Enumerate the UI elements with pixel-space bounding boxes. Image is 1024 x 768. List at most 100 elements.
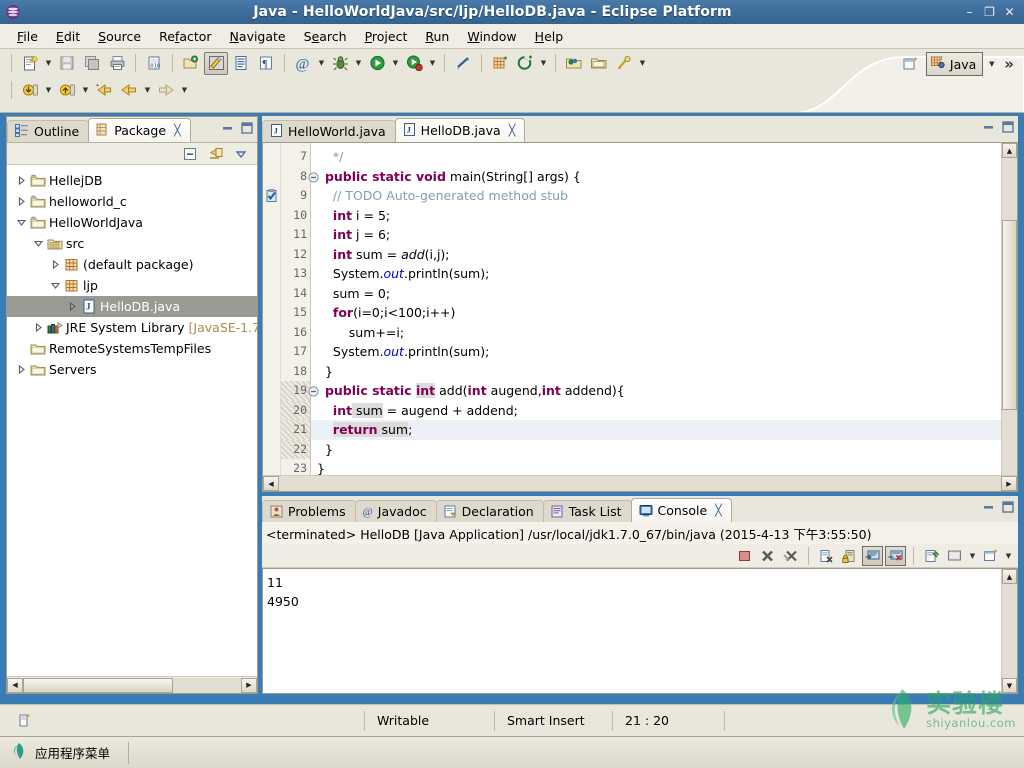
run-dropdown-arrow[interactable] [390, 52, 401, 74]
run-icon[interactable] [365, 52, 389, 75]
package-explorer-hscrollbar[interactable]: ◀ ▶ [7, 676, 257, 693]
tab-outline[interactable]: Outline [7, 120, 90, 142]
open-type-icon[interactable]: @ [291, 52, 315, 75]
code-line[interactable]: // TODO Auto-generated method stub [311, 186, 1001, 206]
scroll-right-icon[interactable]: ▶ [1001, 476, 1017, 491]
display-selected-console-icon[interactable] [944, 546, 965, 566]
tab-task-list[interactable]: Task List [542, 500, 632, 522]
code-line[interactable]: sum+=i; [311, 323, 1001, 343]
chevron-right-icon[interactable] [64, 299, 80, 315]
back-history-icon[interactable] [92, 79, 116, 102]
previous-annotation-dropdown-arrow[interactable] [80, 79, 91, 101]
maximize-icon[interactable] [1001, 120, 1014, 133]
tab-problems[interactable]: Problems [262, 500, 356, 522]
code-line[interactable]: int i = 5; [311, 206, 1001, 226]
show-console-on-output-icon[interactable] [862, 545, 883, 566]
tab-console[interactable]: Console ╳ [630, 498, 732, 522]
open-type-dropdown-arrow[interactable] [316, 52, 327, 74]
tab-helloworld-java[interactable]: J HelloWorld.java [262, 120, 396, 142]
console-vscrollbar[interactable]: ▲ ▼ [1001, 569, 1017, 693]
debug-icon[interactable] [328, 52, 352, 75]
new-wizard-icon[interactable] [18, 52, 42, 75]
tree-item-hellodb-java[interactable]: J HelloDB.java [7, 296, 257, 317]
hscroll-thumb[interactable] [23, 677, 173, 693]
menu-run[interactable]: Run [416, 26, 458, 47]
editor-marker-column[interactable] [263, 143, 281, 491]
scroll-up-icon[interactable]: ▲ [1002, 569, 1017, 584]
tree-item-helloworld-c[interactable]: helloworld_c [7, 191, 257, 212]
close-window-button[interactable]: ✕ [1003, 5, 1016, 19]
previous-annotation-icon[interactable] [55, 79, 79, 102]
code-line[interactable]: for(i=0;i<100;i++) [311, 303, 1001, 323]
chevron-down-icon[interactable] [13, 215, 29, 231]
editor-hscroll-track[interactable] [279, 476, 1001, 491]
tree-item-jre-system-library[interactable]: JRE System Library[JavaSE-1.7] [7, 317, 257, 338]
minimize-window-button[interactable]: – [963, 5, 976, 19]
console-output-area[interactable]: 11 4950 ▲ ▼ [262, 568, 1018, 694]
tree-item-remotesystemstempfiles[interactable]: RemoteSystemsTempFiles [7, 338, 257, 359]
perspective-dropdown-arrow[interactable] [986, 53, 997, 75]
menu-search[interactable]: Search [295, 26, 356, 47]
scroll-down-icon[interactable]: ▼ [1002, 678, 1017, 693]
menu-navigate[interactable]: Navigate [221, 26, 295, 47]
tree-item-src[interactable]: src [7, 233, 257, 254]
tree-item-servers[interactable]: Servers [7, 359, 257, 380]
editor-vscrollbar[interactable]: ▲ ▼ [1001, 143, 1017, 491]
menu-project[interactable]: Project [356, 26, 417, 47]
scroll-up-icon[interactable]: ▲ [1002, 143, 1017, 158]
chevron-down-icon[interactable] [30, 236, 46, 252]
collapse-all-icon[interactable] [180, 144, 201, 164]
tab-package-explorer[interactable]: Package ╳ [88, 118, 191, 142]
print-icon[interactable] [105, 52, 129, 75]
tree-item-default-package[interactable]: (default package) [7, 254, 257, 275]
tree-item-hellejdb[interactable]: HellejDB [7, 170, 257, 191]
minimize-icon[interactable] [982, 500, 995, 513]
open-console-arrow[interactable] [1003, 545, 1014, 567]
new-annotation-dropdown-arrow[interactable] [538, 52, 549, 74]
chevron-right-icon[interactable] [13, 194, 29, 210]
open-package-icon[interactable] [562, 52, 586, 75]
open-task-icon[interactable] [229, 52, 253, 75]
tab-declaration[interactable]: Declaration [435, 500, 544, 522]
close-icon[interactable]: ╳ [715, 504, 722, 517]
new-java-project-icon[interactable] [179, 52, 203, 75]
close-icon[interactable]: ╳ [509, 124, 516, 137]
toggle-mark-occurrences-icon[interactable] [204, 51, 228, 75]
maximize-icon[interactable] [1001, 500, 1014, 513]
package-explorer-tree[interactable]: HellejDB helloworld_c HelloWorldJava src (de… [7, 165, 257, 675]
run-external-dropdown-arrow[interactable] [427, 52, 438, 74]
scroll-right-icon[interactable]: ▶ [241, 677, 257, 693]
taskbar-app-menu[interactable]: 应用程序菜单 [0, 742, 120, 763]
menu-window[interactable]: Window [458, 26, 525, 47]
code-line[interactable]: int sum = augend + addend; [311, 401, 1001, 421]
code-line[interactable]: } [311, 362, 1001, 382]
code-line[interactable]: sum = 0; [311, 284, 1001, 304]
link-with-editor-icon[interactable] [205, 144, 226, 164]
code-line[interactable]: return sum; [311, 420, 1001, 440]
tree-item-helloworldjava[interactable]: HelloWorldJava [7, 212, 257, 233]
display-selected-console-arrow[interactable] [967, 545, 978, 567]
code-line[interactable]: System.out.println(sum); [311, 264, 1001, 284]
vscroll-thumb[interactable] [1002, 220, 1017, 410]
next-annotation-dropdown-arrow[interactable] [43, 79, 54, 101]
hscroll-track[interactable] [23, 677, 241, 693]
open-resource-icon[interactable] [587, 52, 611, 75]
new-class-icon[interactable] [488, 52, 512, 75]
chevron-down-icon[interactable] [47, 278, 63, 294]
search-dropdown-arrow[interactable] [637, 52, 648, 74]
chevron-right-icon[interactable] [13, 362, 29, 378]
new-annotation-icon[interactable] [513, 52, 537, 75]
code-line[interactable]: public static void main(String[] args) { [311, 167, 1001, 187]
code-line[interactable]: public static int add(int augend,int add… [311, 381, 1001, 401]
remove-launch-icon[interactable] [757, 546, 778, 566]
scroll-left-icon[interactable]: ◀ [7, 677, 23, 693]
forward-history-dropdown-arrow[interactable] [142, 79, 153, 101]
save-icon[interactable] [55, 52, 79, 75]
menu-help[interactable]: Help [526, 26, 573, 47]
search-icon[interactable] [612, 52, 636, 75]
editor-code-area[interactable]: */ public static void main(String[] args… [311, 143, 1001, 491]
save-all-icon[interactable] [80, 52, 104, 75]
code-line[interactable]: } [311, 440, 1001, 460]
new-wizard-dropdown-arrow[interactable] [43, 52, 54, 74]
scroll-left-icon[interactable]: ◀ [263, 476, 279, 491]
